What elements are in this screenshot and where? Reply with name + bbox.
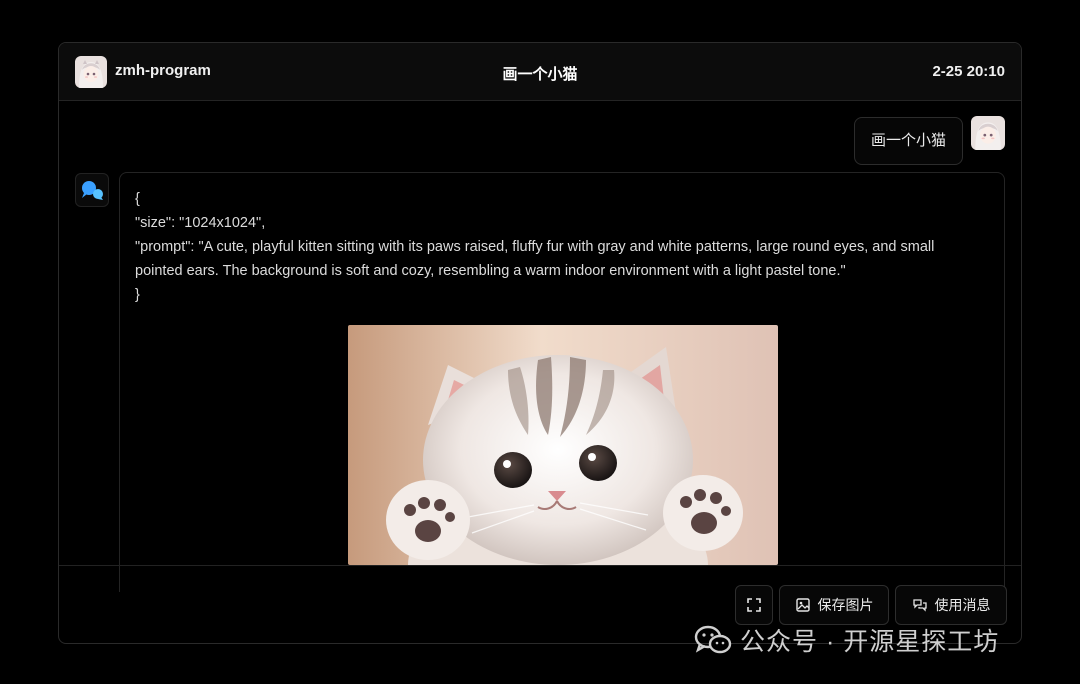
generated-kitten-image[interactable]: [348, 325, 778, 565]
json-line: "size": "1024x1024",: [135, 215, 266, 231]
assistant-avatar[interactable]: [75, 173, 109, 207]
watermark-text: 公众号 · 开源星探工坊: [740, 628, 1000, 656]
assistant-message-text: { "size": "1024x1024", "prompt": "A cute…: [135, 187, 985, 307]
use-message-label: 使用消息: [934, 597, 991, 613]
save-image-label: 保存图片: [817, 597, 874, 613]
json-line: {: [135, 191, 140, 207]
footer-divider: [59, 565, 1021, 566]
chat-card: zmh-program 画一个小猫 2-25 20:10 画一个小猫 {"si…: [58, 42, 1022, 644]
fullscreen-button[interactable]: [735, 585, 773, 625]
image-icon: [795, 598, 810, 612]
user-message-bubble: 画一个小猫: [853, 117, 963, 165]
watermark: 公众号 · 开源星探工坊: [694, 620, 999, 660]
save-image-button[interactable]: 保存图片: [779, 585, 889, 625]
fullscreen-icon: [747, 598, 761, 612]
json-line: "prompt": "A cute, playful kitten sittin…: [135, 239, 935, 279]
use-message-button[interactable]: 使用消息: [895, 585, 1007, 625]
wechat-icon: [694, 625, 732, 654]
header-timestamp: 2-25 20:10: [932, 63, 1005, 80]
messages-icon: [912, 599, 927, 612]
app-stage: zmh-program 画一个小猫 2-25 20:10 画一个小猫 {"si…: [0, 0, 1080, 684]
chat-bubble-icon: [82, 181, 103, 200]
assistant-message-bubble: { "size": "1024x1024", "prompt": "A cute…: [119, 172, 1005, 592]
user-message-avatar[interactable]: [971, 116, 1005, 150]
conversation-title: 画一个小猫: [502, 66, 578, 83]
json-line: }: [135, 287, 140, 303]
chat-header: zmh-program 画一个小猫 2-25 20:10: [59, 43, 1021, 101]
